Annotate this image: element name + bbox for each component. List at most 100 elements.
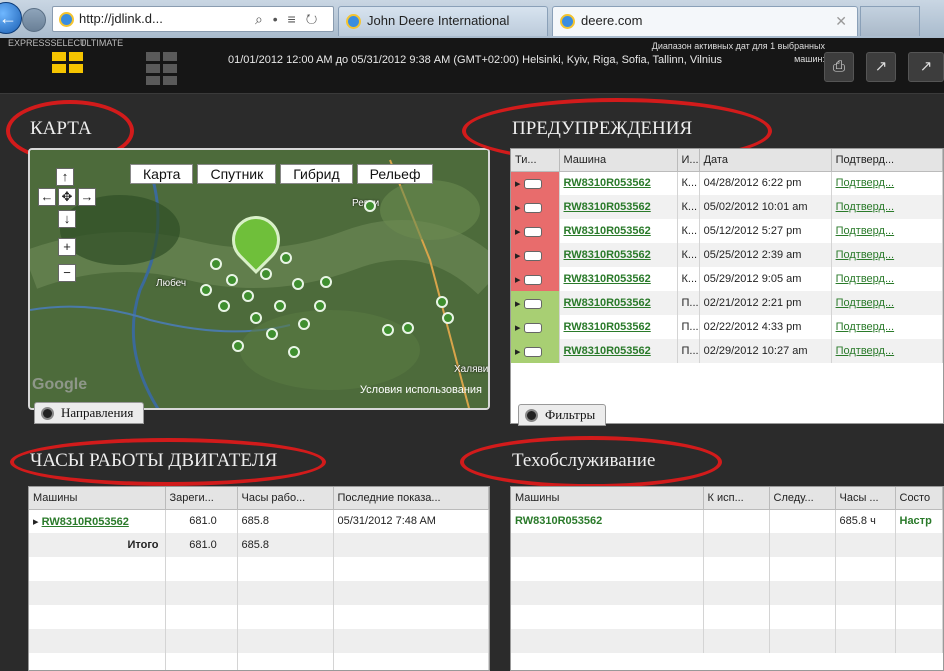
location-marker-icon[interactable] [436, 296, 448, 308]
location-marker-icon[interactable] [200, 284, 212, 296]
location-marker-icon[interactable] [402, 322, 414, 334]
browser-tab[interactable]: John Deere International Deale... [338, 6, 548, 56]
column-header[interactable]: Часы рабо... [237, 487, 334, 510]
ultimate-tiles-icon[interactable] [146, 52, 177, 85]
alert-row[interactable]: ▸ RW8310R053562 П... 02/29/2012 10:27 am По… [511, 339, 943, 363]
acknowledge-link[interactable]: Подтверд... [836, 345, 895, 357]
location-marker-icon[interactable] [280, 252, 292, 264]
alerts-table: Ти... Машина И... Дата Подтверд... ▸ RW8… [510, 148, 944, 424]
location-marker-icon[interactable] [442, 312, 454, 324]
engine-hours-table: Машины Зареги... Часы рабо... Последние … [28, 486, 490, 671]
column-header[interactable]: Ти... [511, 149, 560, 172]
machine-link[interactable]: RW8310R053562 [564, 201, 651, 213]
location-marker-icon[interactable] [218, 300, 230, 312]
location-marker-icon[interactable] [232, 340, 244, 352]
column-header[interactable]: К исп... [703, 487, 770, 510]
acknowledge-link[interactable]: Подтверд... [836, 297, 895, 309]
location-marker-icon[interactable] [298, 318, 310, 330]
alert-row[interactable]: ▸ RW8310R053562 К... 05/02/2012 10:01 am По… [511, 195, 943, 219]
location-marker-icon[interactable] [274, 300, 286, 312]
back-button[interactable]: ← [0, 2, 22, 34]
machine-link[interactable]: RW8310R053562 [564, 249, 651, 261]
map-type-terrain-button[interactable]: Рельеф [356, 164, 434, 184]
directions-button[interactable]: Направления [34, 402, 145, 424]
machine-name[interactable]: RW8310R053562 [515, 515, 602, 527]
column-header[interactable]: Зареги... [165, 487, 238, 510]
close-icon[interactable]: ✕ [835, 7, 847, 35]
acknowledge-link[interactable]: Подтверд... [836, 321, 895, 333]
pan-center-icon[interactable]: ✥ [58, 188, 76, 206]
location-marker-icon[interactable] [260, 268, 272, 280]
machine-link[interactable]: RW8310R053562 [564, 225, 651, 237]
alert-row[interactable]: ▸ RW8310R053562 П... 02/21/2012 2:21 pm Под… [511, 291, 943, 315]
location-marker-icon[interactable] [288, 346, 300, 358]
pan-down-icon[interactable]: ↓ [58, 210, 76, 228]
zoom-out-icon[interactable]: − [58, 264, 76, 282]
alert-date-cell: 05/29/2012 9:05 am [699, 267, 832, 291]
address-bar[interactable]: http://jdlink.d... ⌕ • ≡ ↻ ✕ [52, 6, 334, 51]
acknowledge-link[interactable]: Подтверд... [836, 249, 895, 261]
table-row [29, 629, 489, 653]
column-header[interactable]: Последние показа... [333, 487, 489, 510]
location-marker-icon[interactable] [320, 276, 332, 288]
location-marker-icon[interactable] [210, 258, 222, 270]
share-icon[interactable]: ↗ [908, 52, 944, 82]
print-icon[interactable]: ⎙ [824, 52, 854, 82]
column-header[interactable]: Машины [511, 487, 704, 510]
tab-label: deere.com [581, 13, 643, 28]
alert-row[interactable]: ▸ RW8310R053562 К... 05/29/2012 9:05 am Под… [511, 267, 943, 291]
location-marker-icon[interactable] [382, 324, 394, 336]
last-reading-cell [333, 533, 489, 557]
location-marker-icon[interactable] [226, 274, 238, 286]
dashboard-tiles-icon[interactable] [52, 52, 83, 73]
table-row[interactable]: ▸ RW8310R053562 681.0 685.8 05/31/2012 7… [29, 509, 489, 533]
machine-link[interactable]: RW8310R053562 [564, 321, 651, 333]
alert-row[interactable]: ▸ RW8310R053562 К... 05/12/2012 5:27 pm Под… [511, 219, 943, 243]
pan-up-icon[interactable]: ↑ [56, 168, 74, 186]
filters-button[interactable]: Фильтры [518, 404, 607, 426]
machine-link[interactable]: RW8310R053562 [564, 177, 651, 189]
map-type-satellite-button[interactable]: Спутник [197, 164, 277, 184]
acknowledge-link[interactable]: Подтверд... [836, 273, 895, 285]
location-marker-icon[interactable] [266, 328, 278, 340]
mode-ultimate-label[interactable]: ULTIMATE [80, 38, 123, 48]
browser-tab-active[interactable]: deere.com ✕ [552, 6, 858, 36]
column-header[interactable]: И... [677, 149, 700, 172]
map-type-hybrid-button[interactable]: Гибрид [280, 164, 353, 184]
mode-express-label[interactable]: EXPRESSSELECT [8, 38, 86, 48]
alert-row[interactable]: ▸ RW8310R053562 К... 04/28/2012 6:22 pm Под… [511, 171, 943, 195]
acknowledge-link[interactable]: Подтверд... [836, 201, 895, 213]
column-header[interactable]: Часы ... [835, 487, 896, 510]
forward-button[interactable] [22, 8, 46, 32]
zoom-in-icon[interactable]: + [58, 238, 76, 256]
pan-right-icon[interactable]: → [78, 188, 96, 206]
location-marker-icon[interactable] [292, 278, 304, 290]
map-terms-link[interactable]: Условия использования [360, 384, 482, 396]
map-view[interactable]: Карта Спутник Гибрид Рельеф ↑ ← ✥ → ↓ + … [28, 148, 490, 410]
machine-link[interactable]: RW8310R053562 [564, 345, 651, 357]
location-marker-icon[interactable] [314, 300, 326, 312]
machine-link[interactable]: RW8310R053562 [42, 516, 129, 528]
acknowledge-link[interactable]: Подтверд... [836, 177, 895, 189]
alert-row[interactable]: ▸ RW8310R053562 К... 05/25/2012 2:39 am Под… [511, 243, 943, 267]
machine-link[interactable]: RW8310R053562 [564, 297, 651, 309]
table-row[interactable]: RW8310R053562 685.8 ч Настр [511, 509, 943, 533]
new-tab-button[interactable] [860, 6, 920, 36]
column-header[interactable]: Подтверд... [831, 149, 943, 172]
export-icon[interactable]: ↗ [866, 52, 896, 82]
alert-row[interactable]: ▸ RW8310R053562 П... 02/22/2012 4:33 pm Под… [511, 315, 943, 339]
column-header[interactable]: Состо [895, 487, 943, 510]
machine-link[interactable]: RW8310R053562 [564, 273, 651, 285]
pan-left-icon[interactable]: ← [38, 188, 56, 206]
alert-type-cell: ▸ [511, 243, 560, 267]
acknowledge-link[interactable]: Подтверд... [836, 225, 895, 237]
column-header[interactable]: Машина [559, 149, 678, 172]
location-marker-icon[interactable] [250, 312, 262, 324]
location-marker-icon[interactable] [364, 200, 376, 212]
location-marker-icon[interactable] [242, 290, 254, 302]
column-header[interactable]: Машины [29, 487, 166, 510]
column-header[interactable]: Следу... [769, 487, 836, 510]
column-header[interactable]: Дата [699, 149, 832, 172]
map-type-map-button[interactable]: Карта [130, 164, 194, 184]
machine-cell: RW8310R053562 [559, 219, 678, 243]
